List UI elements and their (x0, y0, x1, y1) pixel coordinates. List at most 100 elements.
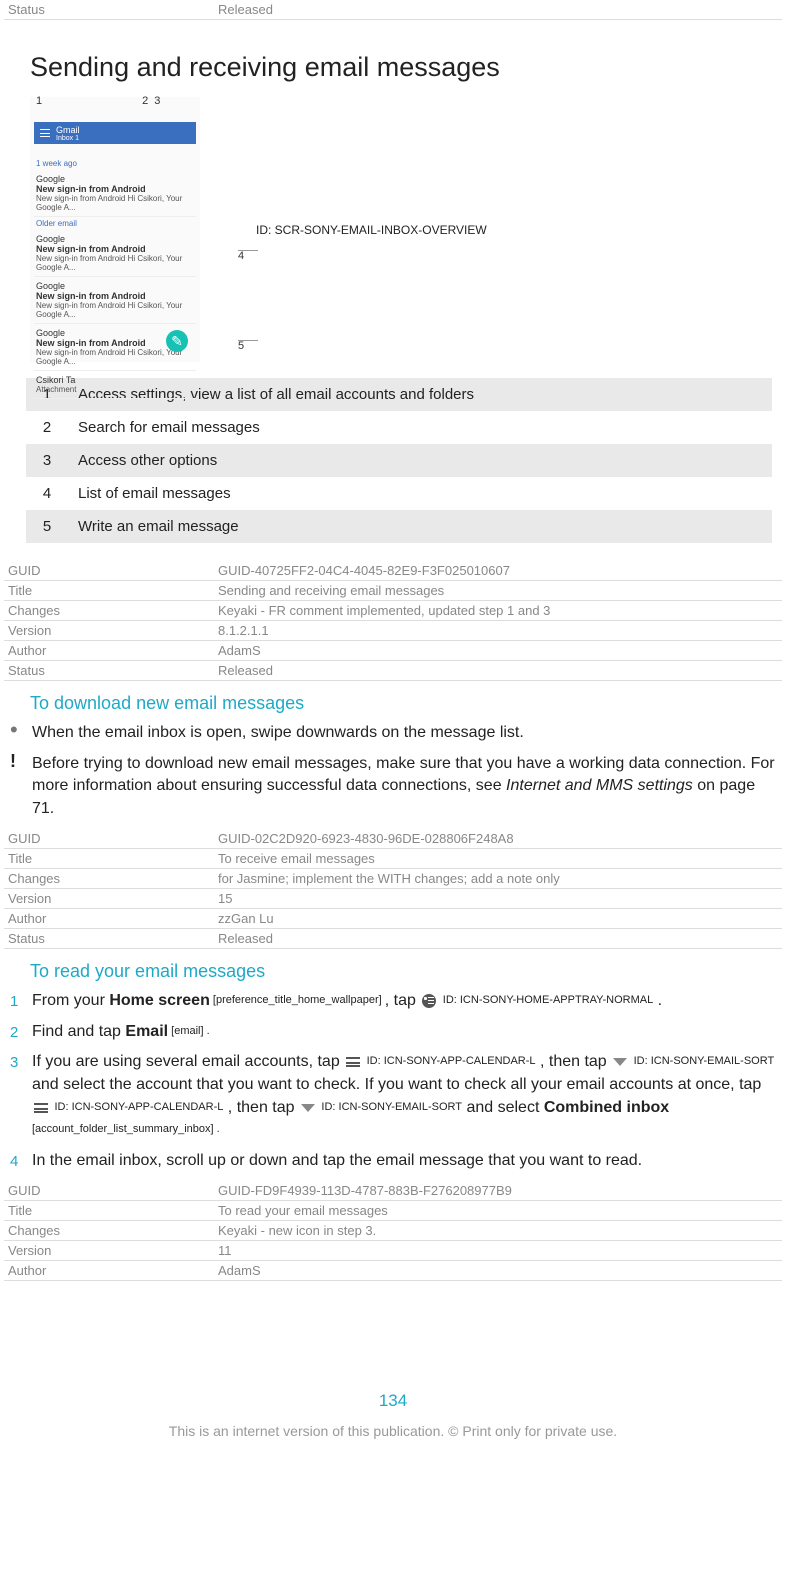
legend-num: 5 (26, 510, 68, 543)
note-text: Before trying to download new email mess… (32, 753, 776, 821)
txt: . (653, 992, 662, 1009)
meta-value: Keyaki - FR comment implemented, updated… (214, 601, 782, 621)
meta-value: To receive email messages (214, 848, 782, 868)
txt: and select the account that you want to … (32, 1076, 761, 1093)
meta-block-3: GUIDGUID-FD9F4939-113D-4787-883B-F276208… (4, 1181, 782, 1281)
list-item: Google New sign-in from Android New sign… (34, 277, 196, 324)
ref-id: [account_folder_list_summary_inbox] . (32, 1123, 220, 1135)
icon-id: ID: ICN-SONY-EMAIL-SORT (321, 1101, 462, 1113)
step-number: 3 (10, 1051, 32, 1142)
chevron-down-icon (301, 1104, 315, 1112)
step-row-4: 4 In the email inbox, scroll up or down … (10, 1150, 776, 1173)
meta-label: Status (4, 661, 214, 681)
step-text: In the email inbox, scroll up or down an… (32, 1150, 776, 1173)
meta-label: Title (4, 848, 214, 868)
gmail-label: Gmail (56, 125, 80, 135)
meta-label: GUID (4, 1181, 214, 1201)
list-item: Google New sign-in from Android New sign… (34, 170, 196, 217)
email-inbox-screenshot: 1 2 3 Gmail Inbox 1 1 week ago Google Ne… (30, 97, 200, 362)
meta-value: To read your email messages (214, 1200, 782, 1220)
image-id-label: ID: SCR-SONY-EMAIL-INBOX-OVERVIEW (256, 223, 487, 237)
email-screenshot-block: 1 2 3 Gmail Inbox 1 1 week ago Google Ne… (30, 97, 782, 362)
status-label: Status (4, 0, 214, 20)
hamburger-icon (40, 129, 50, 137)
table-row: Version8.1.2.1.1 (4, 621, 782, 641)
meta-value: zzGan Lu (214, 908, 782, 928)
msg-from: Google (36, 281, 194, 291)
callout-1: 1 (36, 95, 42, 107)
step-row-1: 1 From your Home screen [preference_titl… (10, 990, 776, 1013)
meta-label: Title (4, 1200, 214, 1220)
txt: , tap (385, 992, 421, 1009)
table-row: TitleTo receive email messages (4, 848, 782, 868)
att-label: Attachment (36, 385, 194, 394)
sub-heading-read: To read your email messages (30, 961, 782, 982)
bullet-row: • When the email inbox is open, swipe do… (10, 722, 776, 745)
older-header: Older email (34, 217, 196, 230)
important-note: ! Before trying to download new email me… (10, 753, 776, 821)
table-row: Changesfor Jasmine; implement the WITH c… (4, 868, 782, 888)
msg-subject: New sign-in from Android (36, 291, 194, 301)
txt: From your (32, 992, 109, 1009)
legend-text: List of email messages (68, 477, 772, 510)
status-value: Released (214, 0, 782, 20)
txt: and select (462, 1099, 544, 1116)
meta-value: 15 (214, 888, 782, 908)
list-item: Google New sign-in from Android New sign… (34, 230, 196, 277)
legend-table: 1Access settings, view a list of all ema… (26, 378, 772, 543)
att-from: Csikori Ta (36, 375, 194, 385)
step-number: 4 (10, 1150, 32, 1173)
callout-2: 2 (142, 95, 148, 107)
message-list-preview: 1 week ago Google New sign-in from Andro… (34, 157, 196, 399)
legend-num: 3 (26, 444, 68, 477)
top-meta-table: Status Released (4, 0, 782, 20)
ref-id: [email] . (168, 1025, 210, 1037)
meta-block-1: GUIDGUID-40725FF2-04C4-4045-82E9-F3F0250… (4, 561, 782, 681)
step-row-2: 2 Find and tap Email [email] . (10, 1021, 776, 1044)
bullet-icon: • (10, 722, 32, 745)
meta-value: GUID-02C2D920-6923-4830-96DE-028806F248A… (214, 829, 782, 849)
icon-id: ID: ICN-SONY-APP-CALENDAR-L (54, 1101, 223, 1113)
table-row: GUIDGUID-02C2D920-6923-4830-96DE-028806F… (4, 829, 782, 849)
table-row: TitleSending and receiving email message… (4, 581, 782, 601)
meta-label: Author (4, 908, 214, 928)
table-row: ChangesKeyaki - new icon in step 3. (4, 1220, 782, 1240)
msg-snippet: New sign-in from Android Hi Csikori, You… (36, 194, 194, 212)
msg-from: Google (36, 234, 194, 244)
meta-label: GUID (4, 561, 214, 581)
txt: , then tap (536, 1053, 612, 1070)
meta-label: GUID (4, 829, 214, 849)
apptray-icon (422, 994, 436, 1008)
meta-value: Released (214, 661, 782, 681)
meta-value: for Jasmine; implement the WITH changes;… (214, 868, 782, 888)
week-header: 1 week ago (34, 157, 196, 170)
meta-label: Title (4, 581, 214, 601)
icon-id: ID: ICN-SONY-APP-CALENDAR-L (367, 1055, 536, 1067)
legend-text: Search for email messages (68, 411, 772, 444)
msg-snippet: New sign-in from Android Hi Csikori, You… (36, 301, 194, 319)
table-row: StatusReleased (4, 928, 782, 948)
callout-3: 3 (154, 95, 160, 107)
step-number: 1 (10, 990, 32, 1013)
bold-home-screen: Home screen (109, 992, 210, 1009)
msg-snippet: New sign-in from Android Hi Csikori, You… (36, 254, 194, 272)
table-row: Status Released (4, 0, 782, 20)
meta-label: Version (4, 1240, 214, 1260)
callout-top-numbers: 1 2 3 (30, 95, 200, 107)
compose-fab-icon: ✎ (166, 330, 188, 352)
ref-id: [preference_title_home_wallpaper] (210, 994, 385, 1006)
msg-snippet: New sign-in from Android Hi Csikori, You… (36, 348, 194, 366)
table-row: GUIDGUID-40725FF2-04C4-4045-82E9-F3F0250… (4, 561, 782, 581)
step-text: From your Home screen [preference_title_… (32, 990, 776, 1013)
meta-value: Sending and receiving email messages (214, 581, 782, 601)
step-row-3: 3 If you are using several email account… (10, 1051, 776, 1142)
legend-text: Write an email message (68, 510, 772, 543)
footer-text: This is an internet version of this publ… (4, 1423, 782, 1439)
msg-from: Google (36, 174, 194, 184)
meta-value: Released (214, 928, 782, 948)
bullet-text: When the email inbox is open, swipe down… (32, 722, 776, 745)
legend-num: 4 (26, 477, 68, 510)
bold-email: Email (125, 1023, 168, 1040)
legend-num: 2 (26, 411, 68, 444)
meta-value: AdamS (214, 1260, 782, 1280)
